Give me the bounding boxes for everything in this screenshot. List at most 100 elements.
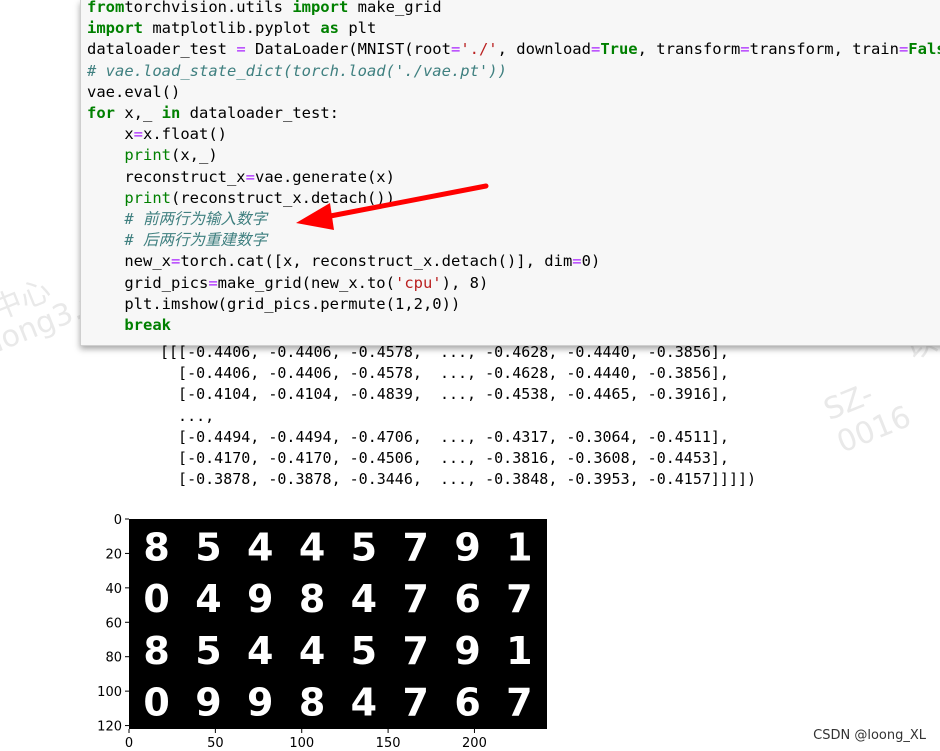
y-tick-label: 80 [105, 651, 122, 666]
digit-glyph: 5 [351, 629, 377, 673]
digit-glyph: 7 [403, 526, 429, 570]
digit-glyph: 7 [403, 629, 429, 673]
code-line: dataloader_test = DataLoader(MNIST(root=… [87, 39, 940, 60]
code-token: x.float() [143, 125, 228, 144]
digit-glyph: 5 [351, 526, 377, 570]
output-line: [-0.3878, -0.3878, -0.3446, ..., -0.3848… [160, 470, 757, 489]
code-token: transform, train [749, 40, 899, 59]
digit-glyph: 4 [299, 629, 325, 673]
y-tick-label: 60 [105, 616, 122, 631]
digit-glyph: 7 [403, 577, 429, 621]
digit-glyph: 9 [247, 577, 273, 621]
code-token: './' [460, 40, 498, 59]
digit-glyph: 1 [506, 629, 532, 673]
digit-glyph: 0 [143, 577, 169, 621]
watermark-text: SZ-0016 [818, 376, 916, 461]
code-token: torch.cat([x, reconstruct_x.detach()], d… [180, 252, 573, 271]
digit-glyph: 4 [195, 577, 221, 621]
digit-glyph: 8 [299, 577, 325, 621]
code-token: grid_pics [87, 273, 209, 292]
x-tick-label: 50 [207, 736, 224, 750]
code-token: x [87, 125, 134, 144]
code-token: = [572, 252, 582, 271]
code-token: = [590, 40, 601, 59]
code-token: # vae.load_state_dict(torch.load('./vae.… [87, 61, 507, 80]
code-token: # 前两行为输入数字 [87, 210, 267, 229]
imshow-plot: 8 5 4 4 5 7 9 10 4 9 8 4 7 6 78 5 4 4 5 7 9 10 9 9 8 4 7 6 7 0204060… [97, 513, 547, 750]
code-token: make_grid [348, 0, 442, 16]
code-token: = [133, 125, 144, 144]
code-line: reconstruct_x=vae.generate(x) [87, 167, 940, 188]
code-token: make_grid(new_x.to( [217, 273, 395, 292]
digit-glyph: 4 [247, 526, 273, 570]
code-token: import [87, 19, 143, 38]
digit-glyph: 6 [454, 577, 480, 621]
code-token: = [450, 40, 461, 59]
code-token: = [740, 40, 750, 59]
digit-glyph: 5 [195, 526, 221, 570]
code-line: grid_pics=make_grid(new_x.to('cpu'), 8) [87, 273, 940, 294]
csdn-credit: CSDN @loong_XL [813, 728, 926, 743]
x-tick-label: 200 [462, 736, 487, 750]
output-line: [-0.4104, -0.4104, -0.4839, ..., -0.4538… [160, 385, 729, 404]
code-line: fromtorchvision.utils import make_grid [87, 0, 940, 18]
code-token: new_x [87, 252, 171, 271]
code-token: dataloader_test: [180, 104, 339, 123]
code-token: vae.eval() [87, 82, 181, 101]
digit-glyph: 0 [143, 680, 169, 724]
code-token: True [600, 40, 638, 59]
code-token: vae.generate(x) [254, 167, 395, 186]
code-token: 0) [581, 252, 601, 271]
digit-glyph: 8 [143, 629, 169, 673]
code-token: torchvision.utils [124, 0, 293, 16]
code-line: plt.imshow(grid_pics.permute(1,2,0)) [87, 294, 940, 315]
code-token: for [87, 104, 115, 123]
code-token: print [124, 146, 171, 165]
y-axis: 0 20 40 60 80 100 120 [97, 513, 129, 735]
x-tick-label: 150 [376, 736, 401, 750]
digit-glyph: 9 [195, 680, 221, 724]
code-token: from [87, 0, 125, 16]
code-token: = [171, 252, 181, 271]
code-line: # 后两行为重建数字 [87, 230, 940, 251]
code-token: = [236, 40, 246, 59]
cell-output-text: [[[-0.4406, -0.4406, -0.4578, ..., -0.46… [160, 342, 756, 490]
code-token: matplotlib.pyplot [143, 19, 321, 38]
x-tick-label: 0 [125, 736, 133, 750]
x-tick-label: 100 [289, 736, 314, 750]
digit-glyph: 8 [143, 526, 169, 570]
y-tick-label: 40 [105, 582, 122, 597]
code-line: print(x,_) [87, 145, 940, 166]
digit-glyph: 1 [506, 526, 532, 570]
code-token: , download [497, 40, 591, 59]
code-line: # 前两行为输入数字 [87, 209, 940, 230]
digit-glyph: 4 [247, 629, 273, 673]
code-line: # vae.load_state_dict(torch.load('./vae.… [87, 61, 940, 82]
y-tick-label: 20 [105, 547, 122, 562]
digit-glyph: 4 [351, 680, 377, 724]
code-token: = [208, 273, 218, 292]
code-line: break [87, 315, 940, 336]
code-token: = [898, 40, 909, 59]
code-line: import matplotlib.pyplot as plt [87, 18, 940, 39]
digit-glyph: 9 [454, 629, 480, 673]
code-line: vae.eval() [87, 82, 940, 103]
y-tick-label: 0 [114, 513, 122, 528]
code-token: dataloader_test [87, 40, 237, 59]
code-editor[interactable]: fromtorchvision.utils import make_grid im… [87, 0, 940, 336]
digit-glyph: 7 [506, 680, 532, 724]
code-token: # 后两行为重建数字 [87, 231, 267, 250]
output-line: [-0.4406, -0.4406, -0.4578, ..., -0.4628… [160, 364, 729, 383]
code-token: break [87, 316, 171, 335]
digit-glyph: 7 [403, 680, 429, 724]
digit-glyph: 4 [351, 577, 377, 621]
code-token: DataLoader(MNIST(root [245, 40, 451, 59]
output-line: [-0.4170, -0.4170, -0.4506, ..., -0.3816… [160, 449, 729, 468]
y-tick-label: 120 [97, 720, 122, 735]
y-tick-label: 100 [97, 685, 122, 700]
code-token: (x,_) [171, 146, 218, 165]
code-token: False [908, 40, 940, 59]
x-axis: 0 50 100 150 200 [125, 729, 487, 750]
